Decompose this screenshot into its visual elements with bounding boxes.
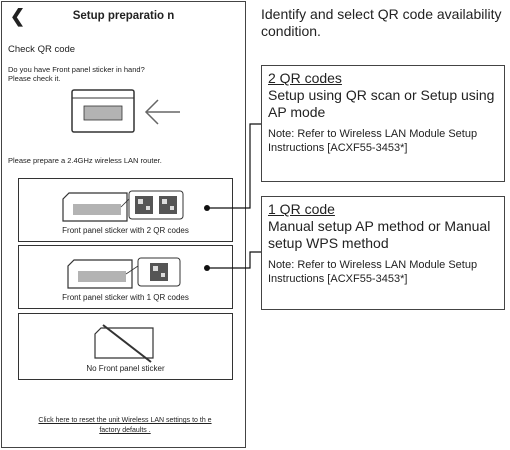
option-2-qr-codes[interactable]: Front panel sticker with 2 QR codes — [18, 178, 233, 242]
option-label: Front panel sticker with 1 QR codes — [62, 293, 189, 302]
option-1-qr-code[interactable]: Front panel sticker with 1 QR codes — [18, 245, 233, 309]
no-sticker-icon — [93, 324, 154, 363]
option-no-sticker[interactable]: No Front panel sticker — [18, 313, 233, 380]
section-title: Check QR code — [8, 44, 76, 55]
instruction-intro: Identify and select QR code availability… — [261, 6, 502, 39]
app-header: ❮ Setup preparatio n — [2, 2, 245, 32]
phone-screen: ❮ Setup preparatio n Check QR code Do yo… — [1, 1, 246, 448]
reset-link-line-2: factory defaults . — [99, 427, 151, 434]
info-note: Note: Refer to Wireless LAN Module Setup… — [268, 259, 478, 285]
router-note: Please prepare a 2.4GHz wireless LAN rou… — [8, 156, 162, 165]
info-body: Setup using QR scan or Setup using AP mo… — [268, 87, 495, 120]
question-line-2: Please check it. — [8, 74, 61, 83]
sticker-2qr-icon — [61, 190, 183, 222]
front-panel-sticker-illustration — [71, 89, 180, 133]
option-label: Front panel sticker with 2 QR codes — [62, 226, 189, 235]
question-line-1: Do you have Front panel sticker in hand? — [8, 65, 145, 74]
reset-link-line-1: Click here to reset the unit Wireless LA… — [38, 417, 212, 424]
info-box-1-qr: 1 QR code Manual setup AP method or Manu… — [261, 196, 505, 310]
info-box-2-qr: 2 QR codes Setup using QR scan or Setup … — [261, 65, 505, 182]
page-title: Setup preparatio n — [72, 10, 175, 22]
sticker-question: Do you have Front panel sticker in hand?… — [8, 65, 238, 83]
reset-link[interactable]: Click here to reset the unit Wireless LA… — [8, 416, 242, 436]
sticker-1qr-icon — [66, 257, 180, 289]
option-label: No Front panel sticker — [86, 364, 165, 373]
info-note: Note: Refer to Wireless LAN Module Setup… — [268, 128, 478, 154]
info-heading: 1 QR code — [268, 201, 335, 217]
info-body: Manual setup AP method or Manual setup W… — [268, 218, 491, 251]
info-heading: 2 QR codes — [268, 70, 342, 86]
